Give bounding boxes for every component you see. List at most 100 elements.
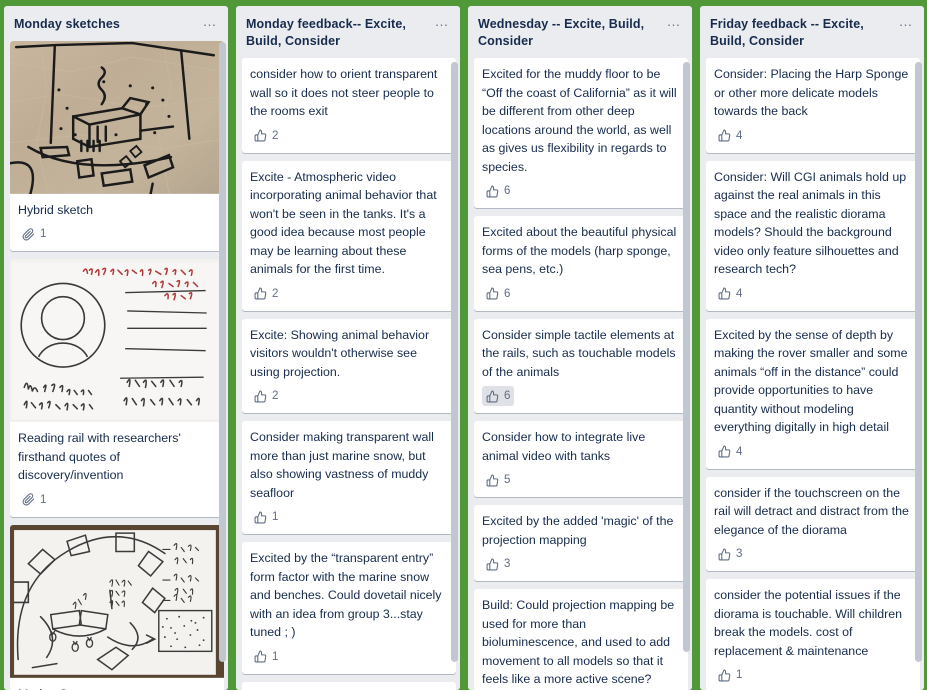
card-title: Consider making transparent wall more th… — [250, 430, 438, 500]
badge-thumbs-up[interactable]: 2 — [250, 126, 282, 146]
card-body: Build: Could projection mapping be used … — [474, 589, 688, 690]
card-body: Consider simple tactile elements at the … — [474, 319, 688, 414]
badge-attachment[interactable]: 1 — [18, 224, 50, 244]
badge-thumbs-up[interactable]: 6 — [482, 181, 514, 201]
card[interactable]: Build: Could projection mapping be used … — [474, 589, 688, 690]
sketch-whiteboard-reading-rail — [10, 259, 224, 423]
list-title[interactable]: Monday feedback-- Excite, Build, Conside… — [246, 16, 432, 50]
card[interactable]: Consider: Placing the Harp Sponge or oth… — [706, 58, 920, 153]
card-title: Marine Snow transparent entry — [18, 685, 216, 690]
card[interactable]: Consider how to integrate live animal vi… — [474, 421, 688, 497]
card[interactable]: consider if the touchscreen on the rail … — [706, 476, 920, 572]
card-list[interactable]: Hybrid sketch 1 Reading rail with research… — [4, 41, 228, 690]
list-scrollbar[interactable] — [451, 62, 458, 662]
list-title[interactable]: Wednesday -- Excite, Build, Consider — [478, 16, 664, 50]
card-title: Excited by the sense of depth by making … — [714, 327, 911, 435]
attachment-icon — [22, 493, 35, 506]
card-title: consider the potential issues if the dio… — [714, 588, 906, 658]
card[interactable]: Excite: Showing animal behavior visitors… — [242, 318, 456, 413]
badge-attachment[interactable]: 1 — [18, 490, 50, 510]
badge-thumbs-up[interactable]: 4 — [714, 442, 746, 462]
list-scrollbar[interactable] — [219, 42, 226, 662]
badge-count: 1 — [272, 650, 279, 663]
thumbs-up-icon — [486, 474, 499, 486]
card[interactable]: Excite - Atmospheric video incorporating… — [242, 160, 456, 311]
card[interactable]: Excited for the muddy floor to be “Off t… — [474, 58, 688, 208]
card[interactable]: Consider - transparent entry - angle the… — [242, 681, 456, 690]
card-title: Consider: Placing the Harp Sponge or oth… — [714, 67, 912, 118]
card[interactable]: Consider: Will CGI animals hold up again… — [706, 160, 920, 311]
list-container: Wednesday -- Excite, Build, Consider… Exc… — [468, 6, 692, 690]
card-body: consider if the touchscreen on the rail … — [706, 477, 920, 572]
card-list[interactable]: Excited for the muddy floor to be “Off t… — [468, 58, 692, 690]
card-badges: 4 — [714, 284, 912, 307]
badge-thumbs-up[interactable]: 6 — [482, 386, 515, 406]
card-badges: 3 — [482, 554, 680, 577]
card-body: Consider: Will CGI animals hold up again… — [706, 161, 920, 311]
card[interactable]: Excited about the beautiful physical for… — [474, 216, 688, 311]
list-scrollbar[interactable] — [915, 62, 922, 662]
list-container: Monday feedback-- Excite, Build, Conside… — [236, 6, 460, 690]
badge-count: 1 — [736, 669, 743, 681]
card[interactable]: Excited by the added 'magic' of the proj… — [474, 505, 688, 581]
card-badges: 6 — [482, 284, 680, 307]
list-title[interactable]: Monday sketches — [14, 16, 200, 33]
badge-count: 1 — [40, 228, 47, 241]
card-title: Build: Could projection mapping be used … — [482, 598, 678, 686]
card[interactable]: Hybrid sketch 1 — [10, 41, 224, 252]
card-title: Consider: Will CGI animals hold up again… — [714, 169, 910, 277]
card-badges: 4 — [714, 126, 912, 149]
card[interactable]: consider how to orient transparent wall … — [242, 58, 456, 153]
card-badges: 4 — [714, 442, 912, 465]
badge-thumbs-up[interactable]: 4 — [714, 126, 746, 146]
badge-thumbs-up[interactable]: 2 — [250, 284, 282, 304]
card-badges: 5 — [482, 470, 680, 493]
board-canvas: Monday sketches… Hybrid sketch 1 Reading ra… — [0, 0, 927, 690]
list-title[interactable]: Friday feedback -- Excite, Build, Consid… — [710, 16, 896, 50]
card[interactable]: Marine Snow transparent entry1 — [10, 524, 224, 690]
badge-count: 1 — [40, 493, 47, 506]
list-3: Wednesday -- Excite, Build, Consider… Exc… — [464, 6, 696, 690]
list-header: Monday sketches… — [4, 6, 228, 41]
card[interactable]: consider the potential issues if the dio… — [706, 579, 920, 690]
list-scrollbar[interactable] — [683, 62, 690, 652]
card[interactable]: Reading rail with researchers' firsthand… — [10, 259, 224, 517]
thumbs-up-icon — [254, 129, 267, 142]
sketch-kraft-paper-room — [10, 41, 224, 194]
thumbs-up-icon — [486, 390, 499, 402]
thumbs-up-icon — [486, 287, 499, 300]
ellipsis-icon[interactable]: … — [200, 14, 220, 32]
card-list[interactable]: Consider: Placing the Harp Sponge or oth… — [700, 58, 924, 690]
card[interactable]: Consider making transparent wall more th… — [242, 421, 456, 534]
badge-count: 2 — [272, 129, 279, 142]
card-title: Hybrid sketch — [18, 202, 94, 217]
badge-thumbs-up[interactable]: 3 — [714, 544, 746, 564]
card[interactable]: Excited by the “transparent entry” form … — [242, 542, 456, 674]
badge-thumbs-up[interactable]: 1 — [250, 507, 282, 527]
badge-thumbs-up[interactable]: 4 — [714, 284, 746, 304]
badge-count: 3 — [504, 558, 511, 570]
ellipsis-icon[interactable]: … — [896, 14, 916, 32]
badge-thumbs-up[interactable]: 3 — [482, 554, 514, 574]
list-header: Wednesday -- Excite, Build, Consider… — [468, 6, 692, 58]
card-title: Excited for the muddy floor to be “Off t… — [482, 67, 681, 174]
card-title: consider if the touchscreen on the rail … — [714, 485, 913, 537]
card-badges: 1 — [18, 490, 216, 513]
badge-thumbs-up[interactable]: 1 — [250, 647, 282, 667]
badge-thumbs-up[interactable]: 6 — [482, 284, 514, 304]
card-body: Consider: Placing the Harp Sponge or oth… — [706, 58, 920, 153]
card[interactable]: Consider simple tactile elements at the … — [474, 318, 688, 414]
attachment-icon — [22, 228, 35, 241]
card-badges: 1 — [18, 224, 216, 247]
badge-thumbs-up[interactable]: 1 — [714, 665, 746, 685]
ellipsis-icon[interactable]: … — [664, 14, 684, 32]
card-body: Excited by the “transparent entry” form … — [242, 542, 456, 674]
badge-thumbs-up[interactable]: 5 — [482, 470, 514, 490]
badge-thumbs-up[interactable]: 2 — [250, 386, 282, 406]
card[interactable]: Excited by the sense of depth by making … — [706, 318, 920, 469]
sketch-marine-snow-transparent-entry — [10, 524, 224, 678]
card-badges: 1 — [250, 507, 448, 530]
card-title: Excited by the added 'magic' of the proj… — [482, 514, 677, 547]
ellipsis-icon[interactable]: … — [432, 14, 452, 32]
card-list[interactable]: consider how to orient transparent wall … — [236, 58, 460, 690]
